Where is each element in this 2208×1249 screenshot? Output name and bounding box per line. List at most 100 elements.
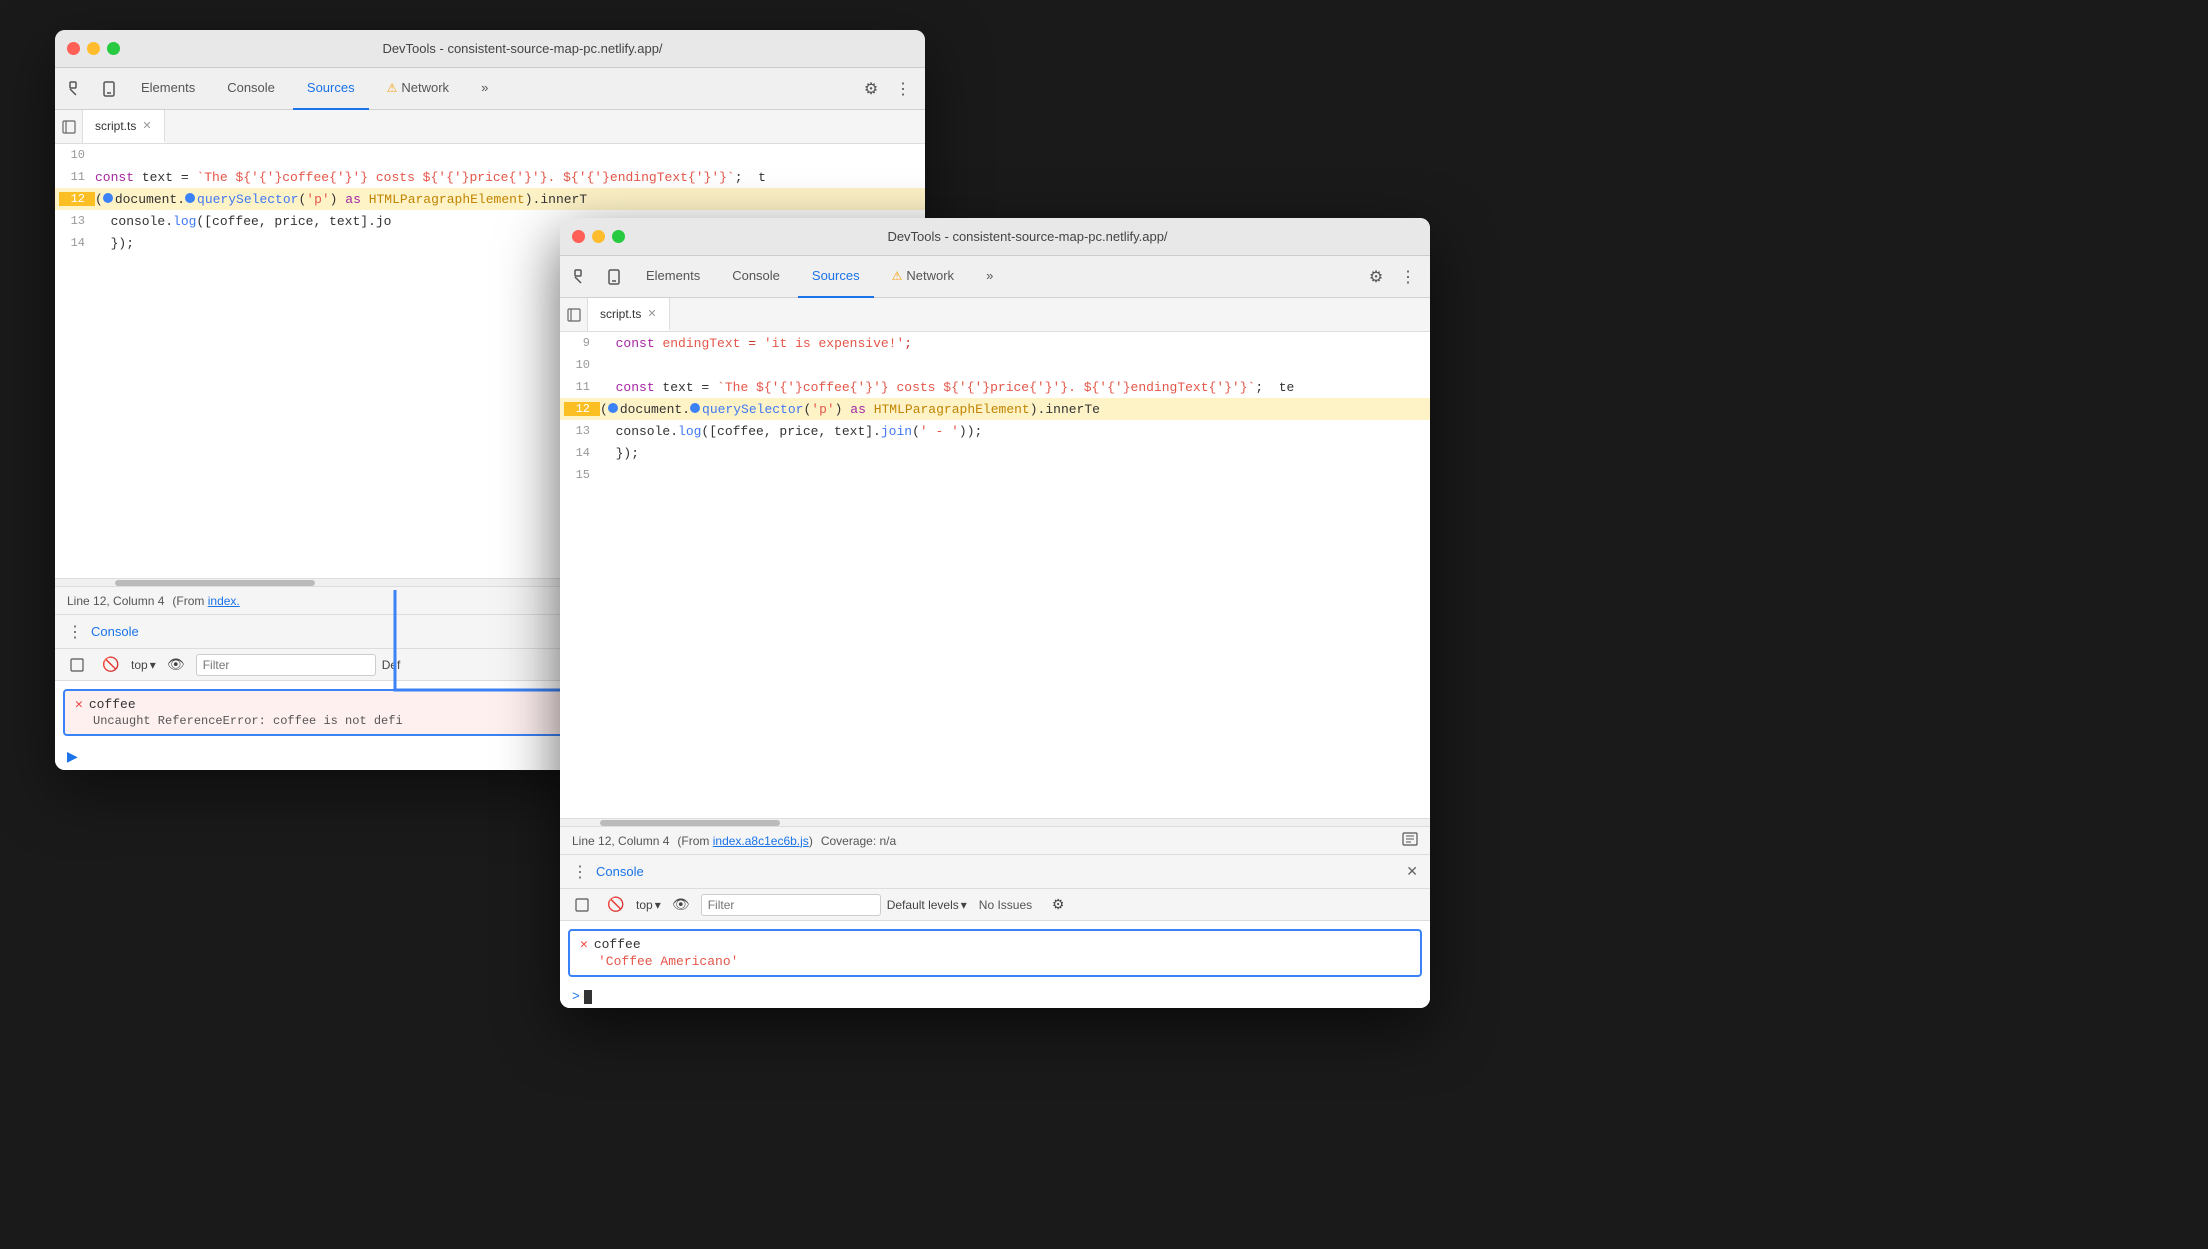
front-device-icon[interactable] — [600, 263, 628, 291]
back-console-menu[interactable]: ⋮ — [67, 622, 83, 642]
front-success-value: 'Coffee Americano' — [580, 954, 1410, 969]
back-sidebar-toggle[interactable] — [55, 110, 83, 143]
front-code-line-13: 13 console.log([coffee, price, text].joi… — [560, 420, 1430, 442]
front-default-levels-chevron: ▾ — [961, 898, 967, 912]
front-inspect-icon[interactable] — [568, 263, 596, 291]
back-code-line-11: 11 const text = `The ${'{'}coffee{'}'} c… — [55, 166, 925, 188]
front-code-line-10: 10 — [560, 354, 1430, 376]
back-warn-icon: ⚠ — [387, 81, 398, 95]
front-tab-sources[interactable]: Sources — [798, 256, 874, 298]
front-file-tab-script[interactable]: script.ts ✕ — [588, 298, 670, 331]
front-window-title: DevTools - consistent-source-map-pc.netl… — [637, 229, 1418, 244]
front-tab-console[interactable]: Console — [718, 256, 794, 298]
front-success-label: coffee — [594, 937, 641, 952]
back-console-eye-icon[interactable]: 👁 — [162, 651, 190, 679]
back-tab-elements[interactable]: Elements — [127, 68, 209, 110]
back-tab-more[interactable]: » — [467, 68, 502, 110]
front-console-clear-icon[interactable] — [568, 891, 596, 919]
front-tab-elements[interactable]: Elements — [632, 256, 714, 298]
back-source-link[interactable]: index. — [208, 594, 240, 608]
back-expand-icon[interactable]: ▶ — [67, 748, 78, 764]
back-devtools-toolbar: Elements Console Sources ⚠ Network » ⚙ ⋮ — [55, 68, 925, 110]
front-code-line-12: 12 (document.querySelector('p') as HTMLP… — [560, 398, 1430, 420]
window-controls — [67, 42, 120, 55]
front-console-top-button[interactable]: top ▾ — [636, 898, 661, 912]
back-device-icon[interactable] — [95, 75, 123, 103]
back-from-text: (From index. — [172, 594, 239, 608]
back-file-name: script.ts — [95, 119, 136, 133]
front-code-line-15: 15 — [560, 464, 1430, 486]
front-console-filter[interactable] — [701, 894, 881, 916]
front-source-link[interactable]: index.a8c1ec6b.js — [713, 834, 809, 848]
back-settings-icon[interactable]: ⚙ — [857, 75, 885, 103]
front-top-chevron-icon: ▾ — [655, 898, 661, 912]
front-no-issues-badge: No Issues — [973, 898, 1038, 912]
front-console-section: ⋮ Console ✕ 🚫 top ▾ 👁 Default levels ▾ N… — [560, 854, 1430, 1008]
back-window-title: DevTools - consistent-source-map-pc.netl… — [132, 41, 913, 56]
back-file-tab-close[interactable]: ✕ — [142, 119, 151, 132]
front-console-close[interactable]: ✕ — [1406, 863, 1418, 880]
front-code-area: 9 const endingText = 'it is expensive!';… — [560, 332, 1430, 818]
back-console-default-text: Def — [382, 658, 401, 672]
front-prompt-symbol: > — [572, 989, 580, 1004]
front-console-toolbar: 🚫 top ▾ 👁 Default levels ▾ No Issues ⚙ — [560, 889, 1430, 921]
front-devtools-window: DevTools - consistent-source-map-pc.netl… — [560, 218, 1430, 1008]
back-tab-network[interactable]: ⚠ Network — [373, 68, 463, 110]
front-line-col: Line 12, Column 4 — [572, 834, 669, 848]
front-tab-more[interactable]: » — [972, 256, 1007, 298]
back-code-line-10: 10 — [55, 144, 925, 166]
front-code-scrollbar[interactable] — [560, 818, 1430, 826]
back-inspect-icon[interactable] — [63, 75, 91, 103]
front-maximize-control[interactable] — [612, 230, 625, 243]
front-console-menu[interactable]: ⋮ — [572, 862, 588, 882]
front-default-levels-button[interactable]: Default levels ▾ — [887, 898, 967, 912]
back-console-filter[interactable] — [196, 654, 376, 676]
close-control[interactable] — [67, 42, 80, 55]
front-success-row: ✕ coffee 'Coffee Americano' — [568, 929, 1422, 977]
front-close-control[interactable] — [572, 230, 585, 243]
back-top-chevron-icon: ▾ — [150, 658, 156, 672]
back-scrollbar-thumb[interactable] — [115, 580, 315, 586]
front-console-title: Console — [596, 864, 644, 879]
front-console-gear-icon[interactable]: ⚙ — [1044, 891, 1072, 919]
front-success-x-icon: ✕ — [580, 937, 588, 952]
back-tab-sources[interactable]: Sources — [293, 68, 369, 110]
front-settings-icon[interactable]: ⚙ — [1362, 263, 1390, 291]
back-console-block-icon[interactable]: 🚫 — [97, 651, 125, 679]
front-tab-network[interactable]: ⚠ Network — [878, 256, 968, 298]
back-tab-console[interactable]: Console — [213, 68, 289, 110]
front-devtools-toolbar: Elements Console Sources ⚠ Network » ⚙ ⋮ — [560, 256, 1430, 298]
back-error-x-icon: ✕ — [75, 697, 83, 712]
front-status-bar: Line 12, Column 4 (From index.a8c1ec6b.j… — [560, 826, 1430, 854]
front-console-content: ✕ coffee 'Coffee Americano' > — [560, 921, 1430, 1008]
front-code-line-14: 14 }); — [560, 442, 1430, 464]
front-console-cursor — [584, 990, 592, 1004]
maximize-control[interactable] — [107, 42, 120, 55]
minimize-control[interactable] — [87, 42, 100, 55]
front-window-controls — [572, 230, 625, 243]
back-console-title: Console — [91, 624, 139, 639]
back-file-tab-bar: script.ts ✕ — [55, 110, 925, 144]
front-sidebar-toggle[interactable] — [560, 298, 588, 331]
front-console-prompt[interactable]: > — [560, 985, 1430, 1008]
back-title-bar: DevTools - consistent-source-map-pc.netl… — [55, 30, 925, 68]
front-coverage: Coverage: n/a — [821, 834, 896, 848]
front-file-name: script.ts — [600, 307, 641, 321]
front-warn-icon: ⚠ — [892, 269, 903, 283]
front-success-header: ✕ coffee — [580, 937, 1410, 952]
back-error-label: coffee — [89, 697, 136, 712]
front-file-tab-bar: script.ts ✕ — [560, 298, 1430, 332]
front-scrollbar-thumb[interactable] — [600, 820, 780, 826]
front-file-tab-close[interactable]: ✕ — [647, 307, 656, 320]
front-coverage-icon[interactable] — [1402, 832, 1418, 849]
front-console-block-icon[interactable]: 🚫 — [602, 891, 630, 919]
back-console-top-button[interactable]: top ▾ — [131, 658, 156, 672]
back-file-tab-script[interactable]: script.ts ✕ — [83, 110, 165, 143]
back-line-col: Line 12, Column 4 — [67, 594, 164, 608]
front-code-line-11: 11 const text = `The ${'{'}coffee{'}'} c… — [560, 376, 1430, 398]
back-more-icon[interactable]: ⋮ — [889, 75, 917, 103]
front-minimize-control[interactable] — [592, 230, 605, 243]
back-console-clear-icon[interactable] — [63, 651, 91, 679]
front-more-icon[interactable]: ⋮ — [1394, 263, 1422, 291]
front-console-eye-icon[interactable]: 👁 — [667, 891, 695, 919]
